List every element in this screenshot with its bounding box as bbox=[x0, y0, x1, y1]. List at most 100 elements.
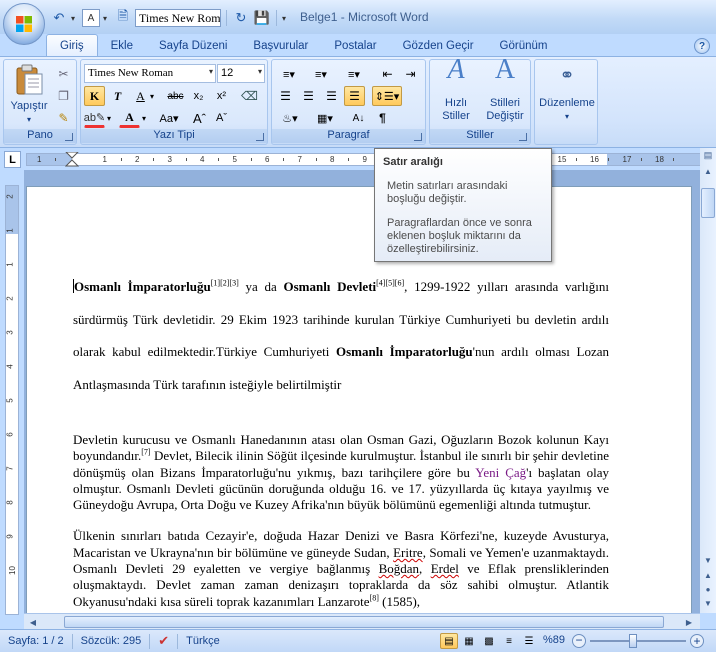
scroll-right-icon[interactable]: ▶ bbox=[682, 615, 696, 629]
paste-dropdown-icon[interactable]: ▾ bbox=[6, 113, 52, 126]
italic-button[interactable]: T bbox=[107, 86, 128, 106]
tab-gorunum[interactable]: Görünüm bbox=[487, 35, 561, 56]
superscript-button[interactable]: x² bbox=[211, 86, 232, 106]
tab-sayfa-duzeni[interactable]: Sayfa Düzeni bbox=[146, 35, 240, 56]
horizontal-ruler[interactable]: 1123456789101112131415161718 bbox=[26, 152, 706, 168]
font-color-dropdown-icon[interactable]: ▾ bbox=[139, 108, 149, 128]
subscript-button[interactable]: x₂ bbox=[188, 86, 209, 106]
text-highlight-icon[interactable]: ab✎ bbox=[84, 108, 105, 128]
footnote-ref[interactable]: [4][5][6] bbox=[376, 279, 404, 288]
sort-icon[interactable]: A↓ bbox=[348, 108, 369, 128]
page-indicator[interactable]: Sayfa: 1 / 2 bbox=[0, 633, 73, 649]
bold-button[interactable]: K bbox=[84, 86, 105, 106]
scroll-down-icon[interactable]: ▼ bbox=[701, 553, 715, 567]
format-painter-icon[interactable]: ✎ bbox=[53, 108, 74, 128]
undo-icon[interactable]: ↶ bbox=[50, 9, 68, 27]
font-color-icon[interactable]: A bbox=[119, 108, 140, 128]
qat-font-box[interactable]: Times New Roman bbox=[135, 9, 221, 27]
clear-formatting-icon[interactable]: ⌫ bbox=[239, 86, 260, 106]
style-dropdown-icon[interactable]: ▾ bbox=[103, 14, 111, 23]
style-box[interactable]: A bbox=[82, 9, 100, 27]
grow-font-icon[interactable]: Aˆ bbox=[189, 108, 210, 128]
paragraph-1[interactable]: Osmanlı İmparatorluğu[1][2][3] ya da Osm… bbox=[73, 271, 609, 401]
increase-indent-icon[interactable]: ⇥ bbox=[400, 64, 421, 84]
language-indicator[interactable]: Türkçe bbox=[178, 634, 228, 649]
document-page[interactable]: Osmanlı İmparatorluğu[1][2][3] ya da Osm… bbox=[26, 186, 692, 613]
decrease-indent-icon[interactable]: ⇤ bbox=[377, 64, 398, 84]
paste-button[interactable]: Yapıştır ▾ bbox=[6, 64, 52, 126]
font-name-combo[interactable]: Times New Roman ▾ bbox=[84, 64, 216, 83]
undo-dropdown-icon[interactable]: ▾ bbox=[71, 14, 79, 23]
tab-gozden-gecir[interactable]: Gözden Geçir bbox=[390, 35, 487, 56]
vertical-scrollbar[interactable]: ▤ ▲ ▼ ▲ ● ▼ bbox=[700, 148, 716, 613]
font-launcher-icon[interactable] bbox=[256, 133, 264, 141]
word-count[interactable]: Sözcük: 295 bbox=[73, 633, 151, 649]
multilevel-list-icon[interactable]: ≡▾ bbox=[339, 64, 369, 84]
editing-button[interactable]: ⚭ Düzenleme ▾ bbox=[537, 63, 597, 123]
shading-icon[interactable]: ♨▾ bbox=[275, 108, 305, 128]
save-icon[interactable]: 💾 bbox=[253, 9, 271, 27]
zoom-level[interactable]: %89 bbox=[543, 634, 565, 646]
align-right-icon[interactable]: ☰ bbox=[321, 86, 342, 106]
footnote-ref[interactable]: [8] bbox=[370, 593, 379, 602]
horizontal-scroll-thumb[interactable] bbox=[64, 616, 664, 628]
zoom-slider-thumb[interactable] bbox=[629, 634, 638, 648]
highlight-dropdown-icon[interactable]: ▾ bbox=[104, 108, 114, 128]
scroll-left-icon[interactable]: ◀ bbox=[26, 615, 40, 629]
tab-postalar[interactable]: Postalar bbox=[321, 35, 389, 56]
cut-icon[interactable]: ✂ bbox=[53, 64, 74, 84]
font-size-combo[interactable]: 12 ▾ bbox=[217, 64, 265, 83]
shrink-font-icon[interactable]: Aˇ bbox=[211, 108, 232, 128]
tab-basvurular[interactable]: Başvurular bbox=[240, 35, 321, 56]
spelling-error[interactable]: Erdel bbox=[431, 561, 459, 576]
tab-selector-icon[interactable]: L bbox=[4, 151, 21, 168]
tab-ekle[interactable]: Ekle bbox=[98, 35, 146, 56]
spelling-error[interactable]: Eritre bbox=[393, 545, 423, 560]
paragraph-2[interactable]: Devletin kurucusu ve Osmanlı Hanedanının… bbox=[73, 432, 609, 513]
justify-icon[interactable]: ☰ bbox=[344, 86, 365, 106]
help-icon[interactable]: ? bbox=[694, 38, 710, 54]
align-center-icon[interactable]: ☰ bbox=[298, 86, 319, 106]
web-layout-icon[interactable]: ▩ bbox=[480, 633, 498, 649]
font-name-dropdown-icon[interactable]: ▾ bbox=[209, 67, 213, 76]
font-size-dropdown-icon[interactable]: ▾ bbox=[258, 67, 262, 76]
tab-giris[interactable]: Giriş bbox=[46, 34, 98, 56]
footnote-ref[interactable]: [7] bbox=[141, 448, 150, 457]
change-case-icon[interactable]: Aa▾ bbox=[155, 108, 183, 128]
outline-icon[interactable]: ≡ bbox=[500, 633, 518, 649]
zoom-in-icon[interactable]: + bbox=[690, 634, 704, 648]
next-page-icon[interactable]: ▼ bbox=[701, 596, 715, 610]
zoom-slider[interactable] bbox=[590, 634, 686, 648]
view-ruler-icon[interactable]: ▤ bbox=[701, 148, 715, 162]
styles-launcher-icon[interactable] bbox=[519, 133, 527, 141]
bullets-icon[interactable]: ≡▾ bbox=[275, 64, 303, 84]
pano-launcher-icon[interactable] bbox=[65, 133, 73, 141]
print-preview-icon[interactable]: 🗎 bbox=[114, 8, 132, 27]
quick-styles-button[interactable]: A Hızlı Stiller bbox=[432, 56, 480, 123]
borders-icon[interactable]: ▦▾ bbox=[310, 108, 340, 128]
change-styles-button[interactable]: A Stilleri Değiştir bbox=[480, 56, 530, 123]
draft-icon[interactable]: ☰ bbox=[520, 633, 538, 649]
vertical-ruler[interactable]: 2 1 1 2 3 4 5 6 7 8 9 10 bbox=[5, 185, 19, 615]
copy-icon[interactable]: ❐ bbox=[53, 86, 74, 106]
customize-qat-icon[interactable]: ▾ bbox=[282, 14, 290, 23]
spelling-error[interactable]: Boğdan bbox=[379, 561, 419, 576]
horizontal-scrollbar[interactable]: ◀ ▶ bbox=[24, 613, 700, 629]
zoom-out-icon[interactable]: − bbox=[572, 634, 586, 648]
paragraph-launcher-icon[interactable] bbox=[414, 133, 422, 141]
proofing-icon[interactable]: ✔ bbox=[150, 633, 179, 649]
full-screen-reading-icon[interactable]: ▦ bbox=[460, 633, 478, 649]
footnote-ref[interactable]: [1][2][3] bbox=[211, 279, 239, 288]
scroll-up-icon[interactable]: ▲ bbox=[701, 164, 715, 178]
show-formatting-icon[interactable]: ¶ bbox=[372, 108, 393, 128]
indent-marker-icon[interactable] bbox=[65, 152, 79, 168]
vertical-scroll-thumb[interactable] bbox=[701, 188, 715, 218]
redo-icon[interactable]: ↻ bbox=[232, 9, 250, 27]
print-layout-icon[interactable]: ▤ bbox=[440, 633, 458, 649]
numbering-icon[interactable]: ≡▾ bbox=[307, 64, 335, 84]
previous-page-icon[interactable]: ▲ bbox=[701, 568, 715, 582]
hyperlink[interactable]: Yeni Çağ bbox=[475, 465, 526, 480]
align-left-icon[interactable]: ☰ bbox=[275, 86, 296, 106]
paragraph-3[interactable]: Ülkenin sınırları batıda Cezayir'e, doğu… bbox=[73, 528, 609, 609]
document-body[interactable]: Osmanlı İmparatorluğu[1][2][3] ya da Osm… bbox=[73, 271, 609, 610]
